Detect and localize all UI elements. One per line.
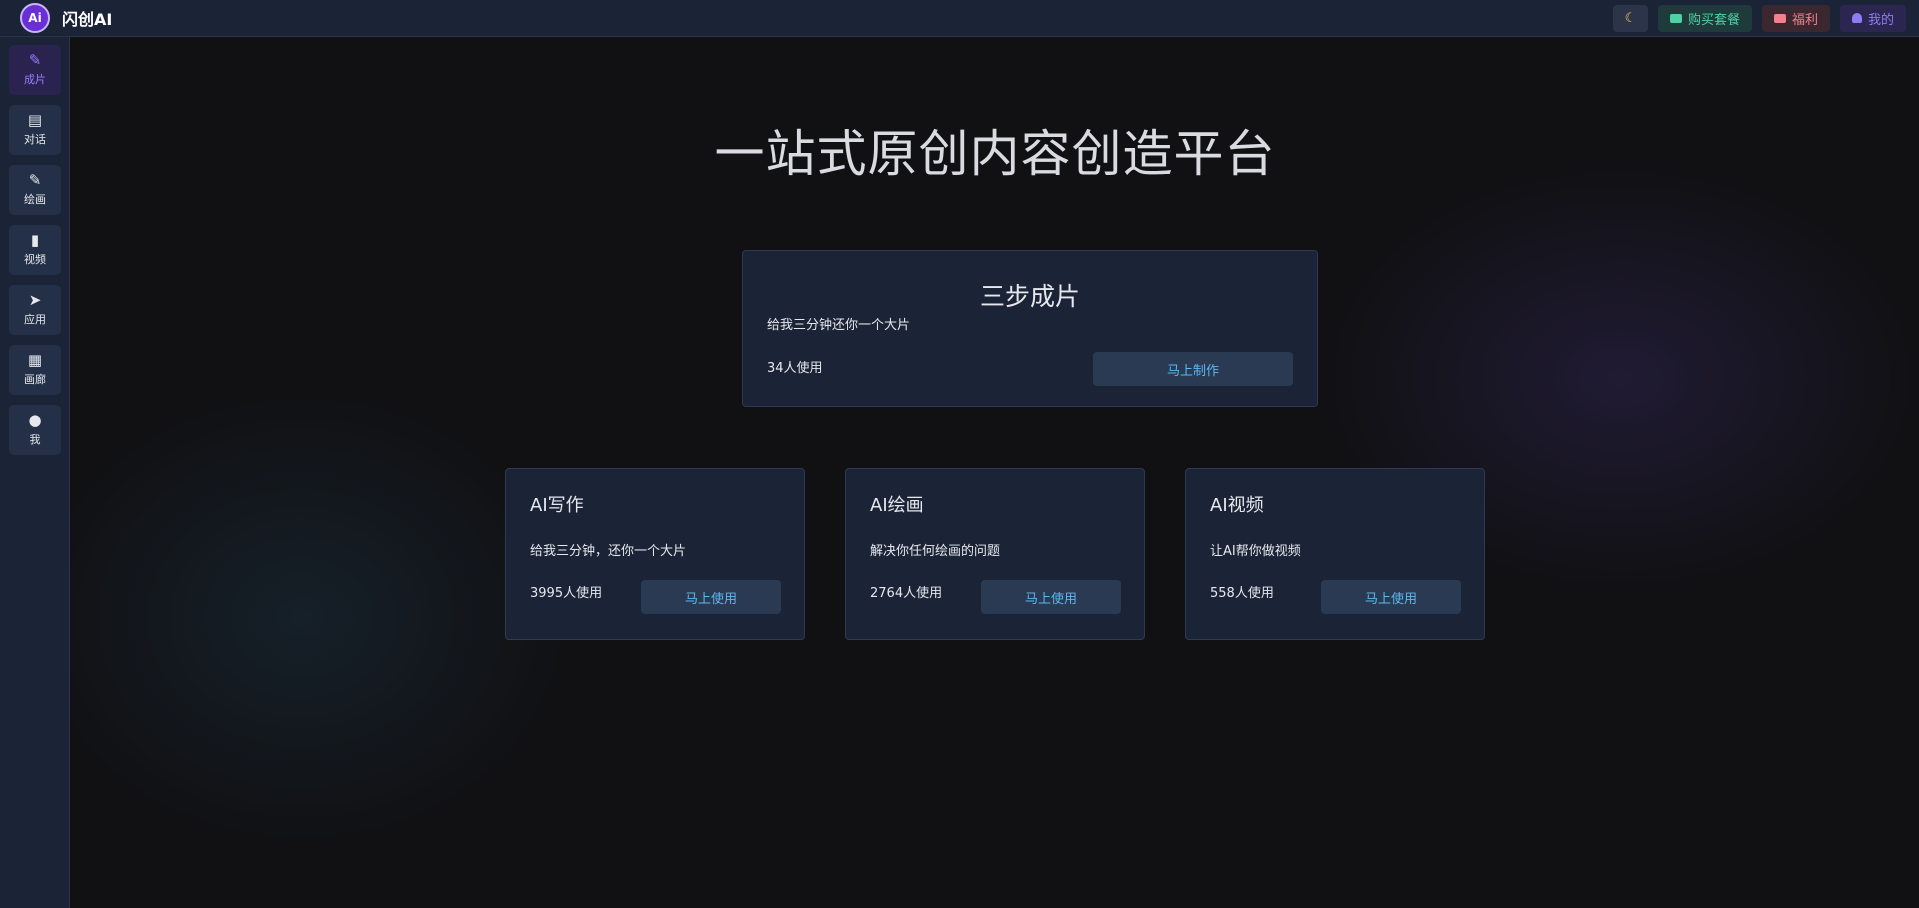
- use-now-button[interactable]: 马上使用: [981, 580, 1121, 614]
- card-usage-count: 3995人使用: [530, 586, 603, 601]
- brush-icon: ✎: [28, 171, 42, 189]
- sidebar-item-label: 对话: [24, 133, 46, 146]
- phone-icon: ▮: [30, 231, 40, 249]
- card-title: AI写作: [530, 495, 584, 516]
- card-icon: [1669, 13, 1682, 23]
- rocket-icon: ➤: [28, 291, 42, 309]
- card-title: AI绘画: [870, 495, 924, 516]
- card-desc: 让AI帮你做视频: [1210, 544, 1301, 559]
- feature-title: 三步成片: [979, 282, 1080, 311]
- sidebar-item-drawing[interactable]: ✎ 绘画: [9, 165, 61, 215]
- sidebar-item-video[interactable]: ▮ 视频: [9, 225, 61, 275]
- theme-toggle-button[interactable]: ☾: [1612, 4, 1648, 32]
- buy-package-label: 购买套餐: [1687, 12, 1740, 28]
- card-ai-video: AI视频 让AI帮你做视频 558人使用 马上使用: [1185, 468, 1485, 640]
- sidebar-item-label: 画廊: [24, 373, 46, 386]
- sidebar-item-label: 我: [29, 433, 41, 446]
- top-actions: ☾ 购买套餐 福利 我的: [1612, 4, 1906, 32]
- sidebar-item-label: 视频: [24, 253, 46, 266]
- card-title: AI视频: [1210, 495, 1264, 516]
- app-name: 闪创AI: [62, 10, 113, 29]
- edit-icon: ✎: [28, 51, 42, 69]
- mine-label: 我的: [1867, 12, 1894, 28]
- feature-usage-count: 34人使用: [767, 361, 823, 376]
- top-bar: Ai 闪创AI ☾ 购买套餐 福利 我的: [0, 0, 1919, 37]
- moon-icon: ☾: [1624, 10, 1637, 26]
- sidebar-item-label: 成片: [24, 73, 46, 86]
- sidebar-item-gallery[interactable]: ▦ 画廊: [9, 345, 61, 395]
- main-content: 一站式原创内容创造平台 三步成片 给我三分钟还你一个大片 34人使用 马上制作 …: [71, 38, 1919, 908]
- feature-card: 三步成片 给我三分钟还你一个大片 34人使用 马上制作: [742, 250, 1318, 407]
- sidebar-item-label: 绘画: [24, 193, 46, 206]
- use-now-button[interactable]: 马上使用: [641, 580, 781, 614]
- feature-desc: 给我三分钟还你一个大片: [767, 318, 911, 333]
- sidebar: ✎ 成片 ▤ 对话 ✎ 绘画 ▮ 视频 ➤ 应用 ▦ 画廊 ● 我: [0, 37, 70, 908]
- make-now-button[interactable]: 马上制作: [1093, 352, 1293, 386]
- user-icon: [1851, 13, 1862, 23]
- mine-button[interactable]: 我的: [1839, 4, 1906, 32]
- welfare-label: 福利: [1791, 12, 1818, 28]
- card-usage-count: 2764人使用: [870, 586, 943, 601]
- chat-icon: ▤: [27, 111, 43, 129]
- sidebar-item-production[interactable]: ✎ 成片: [9, 45, 61, 95]
- sidebar-item-me[interactable]: ● 我: [9, 405, 61, 455]
- logo-icon: Ai: [20, 3, 50, 33]
- gallery-icon: ▦: [27, 351, 43, 369]
- wallet-icon: [1773, 13, 1786, 23]
- sidebar-item-chat[interactable]: ▤ 对话: [9, 105, 61, 155]
- card-desc: 给我三分钟，还你一个大片: [530, 544, 687, 559]
- buy-package-button[interactable]: 购买套餐: [1657, 4, 1752, 32]
- page-title: 一站式原创内容创造平台: [714, 125, 1276, 183]
- use-now-button[interactable]: 马上使用: [1321, 580, 1461, 614]
- welfare-button[interactable]: 福利: [1761, 4, 1830, 32]
- brand[interactable]: Ai 闪创AI: [20, 3, 112, 33]
- card-usage-count: 558人使用: [1210, 586, 1274, 601]
- user-icon: ●: [28, 411, 42, 429]
- card-ai-drawing: AI绘画 解决你任何绘画的问题 2764人使用 马上使用: [845, 468, 1145, 640]
- card-desc: 解决你任何绘画的问题: [870, 544, 1001, 559]
- card-ai-writing: AI写作 给我三分钟，还你一个大片 3995人使用 马上使用: [505, 468, 805, 640]
- sidebar-item-apps[interactable]: ➤ 应用: [9, 285, 61, 335]
- sidebar-item-label: 应用: [24, 313, 46, 326]
